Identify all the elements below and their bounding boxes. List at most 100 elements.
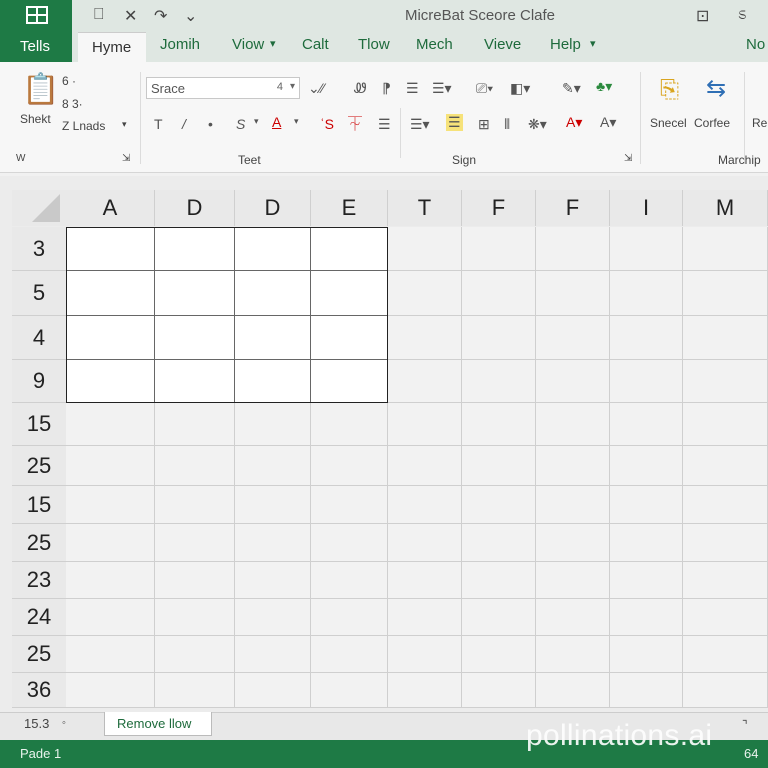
cell[interactable] (536, 673, 610, 708)
tab-jomih[interactable]: Jomih (160, 36, 200, 53)
scroll-icon[interactable]: ◦ (62, 717, 66, 729)
cell[interactable] (462, 562, 536, 599)
cell[interactable] (536, 636, 610, 673)
cell[interactable] (462, 486, 536, 524)
row-header[interactable]: 25 (12, 524, 66, 562)
cell[interactable] (311, 403, 388, 446)
select-all-button[interactable] (12, 190, 66, 226)
cell[interactable] (462, 360, 536, 403)
tab-viow[interactable]: Viow (232, 36, 264, 53)
cell[interactable] (462, 271, 536, 316)
cell[interactable] (610, 227, 683, 271)
column-header[interactable]: F (536, 190, 610, 226)
indent-icon[interactable]: ☰ (378, 116, 391, 133)
cell[interactable] (536, 524, 610, 562)
cell[interactable] (610, 486, 683, 524)
cell[interactable] (388, 636, 462, 673)
cell[interactable] (155, 599, 235, 636)
dropdown-icon[interactable]: ⌄ (184, 6, 197, 26)
cell[interactable] (536, 271, 610, 316)
status-zoom[interactable]: 64 (744, 746, 758, 761)
cell[interactable] (536, 486, 610, 524)
cell[interactable] (155, 446, 235, 486)
column-header[interactable]: F (462, 190, 536, 226)
column-header[interactable]: D (235, 190, 311, 226)
cell[interactable] (388, 360, 462, 403)
dialog-launcher-icon[interactable]: ⇲ (624, 153, 632, 164)
dialog-launcher-icon[interactable]: ⇲ (122, 153, 130, 164)
align-center-icon[interactable]: ☰▾ (410, 116, 430, 133)
cell[interactable] (155, 403, 235, 446)
cell[interactable] (610, 403, 683, 446)
text-color-icon[interactable]: A▾ (566, 114, 582, 131)
format-painter-icon[interactable]: ʿS (320, 116, 334, 132)
clipboard-item-1[interactable]: 6 · (62, 74, 76, 88)
cell[interactable] (311, 446, 388, 486)
font-name-box[interactable]: Srace 4 ▾ (146, 77, 300, 99)
cell[interactable] (388, 316, 462, 360)
cell[interactable] (66, 636, 155, 673)
cell[interactable] (536, 599, 610, 636)
cell[interactable] (66, 446, 155, 486)
cell[interactable] (462, 599, 536, 636)
cell[interactable] (311, 599, 388, 636)
row-header[interactable]: 25 (12, 636, 66, 673)
highlight-icon[interactable]: ⏇ (348, 114, 362, 134)
cell[interactable] (235, 599, 311, 636)
cell[interactable] (311, 486, 388, 524)
styles-label-1[interactable]: Snecel (650, 116, 687, 130)
cell[interactable] (536, 360, 610, 403)
cell[interactable] (462, 524, 536, 562)
name-box[interactable]: 15.3 (24, 716, 49, 731)
cell[interactable] (536, 227, 610, 271)
row-header[interactable]: 23 (12, 562, 66, 599)
font-color-icon[interactable]: A (272, 114, 281, 130)
row-header[interactable]: 5 (12, 271, 66, 316)
cell[interactable] (311, 524, 388, 562)
cell[interactable] (462, 403, 536, 446)
cell[interactable] (388, 403, 462, 446)
cell[interactable] (235, 636, 311, 673)
cell[interactable] (536, 403, 610, 446)
cell[interactable] (683, 524, 768, 562)
cell[interactable] (66, 403, 155, 446)
tab-calt[interactable]: Calt (302, 36, 329, 53)
cell[interactable] (683, 316, 768, 360)
cell[interactable] (683, 271, 768, 316)
row-header[interactable]: 3 (12, 227, 66, 271)
styles-label-2[interactable]: Corfee (694, 116, 730, 130)
strikethrough-icon[interactable]: S (236, 116, 245, 132)
merge-icon[interactable]: ◧▾ (510, 80, 530, 97)
cell[interactable] (462, 316, 536, 360)
cell[interactable] (462, 227, 536, 271)
cell[interactable] (155, 673, 235, 708)
borders-icon[interactable]: ⊞ (478, 116, 490, 133)
row-header[interactable]: 4 (12, 316, 66, 360)
sheet-tab[interactable]: Remove llow (104, 712, 212, 736)
paste-icon[interactable]: 📋 (22, 72, 59, 107)
cell[interactable] (610, 562, 683, 599)
text-format-icon[interactable]: T (154, 116, 163, 132)
cell[interactable] (683, 562, 768, 599)
cell[interactable] (388, 227, 462, 271)
cell[interactable] (610, 673, 683, 708)
italic-icon[interactable]: / (182, 116, 186, 132)
column-header[interactable]: A (66, 190, 155, 226)
cell[interactable] (536, 316, 610, 360)
row-header[interactable]: 15 (12, 403, 66, 446)
row-header[interactable]: 36 (12, 673, 66, 708)
cell[interactable] (235, 486, 311, 524)
cell[interactable] (536, 562, 610, 599)
cell[interactable] (683, 446, 768, 486)
cell[interactable] (610, 271, 683, 316)
swap-icon[interactable]: ⇆ (706, 74, 726, 103)
cell[interactable] (388, 673, 462, 708)
cell[interactable] (610, 599, 683, 636)
cell[interactable] (388, 446, 462, 486)
save-icon[interactable]: ⎕ (94, 6, 104, 24)
cell[interactable] (683, 360, 768, 403)
redo-icon[interactable]: ↷ (154, 6, 167, 26)
cell[interactable] (683, 486, 768, 524)
column-header[interactable]: D (155, 190, 235, 226)
column-header[interactable]: E (311, 190, 388, 226)
